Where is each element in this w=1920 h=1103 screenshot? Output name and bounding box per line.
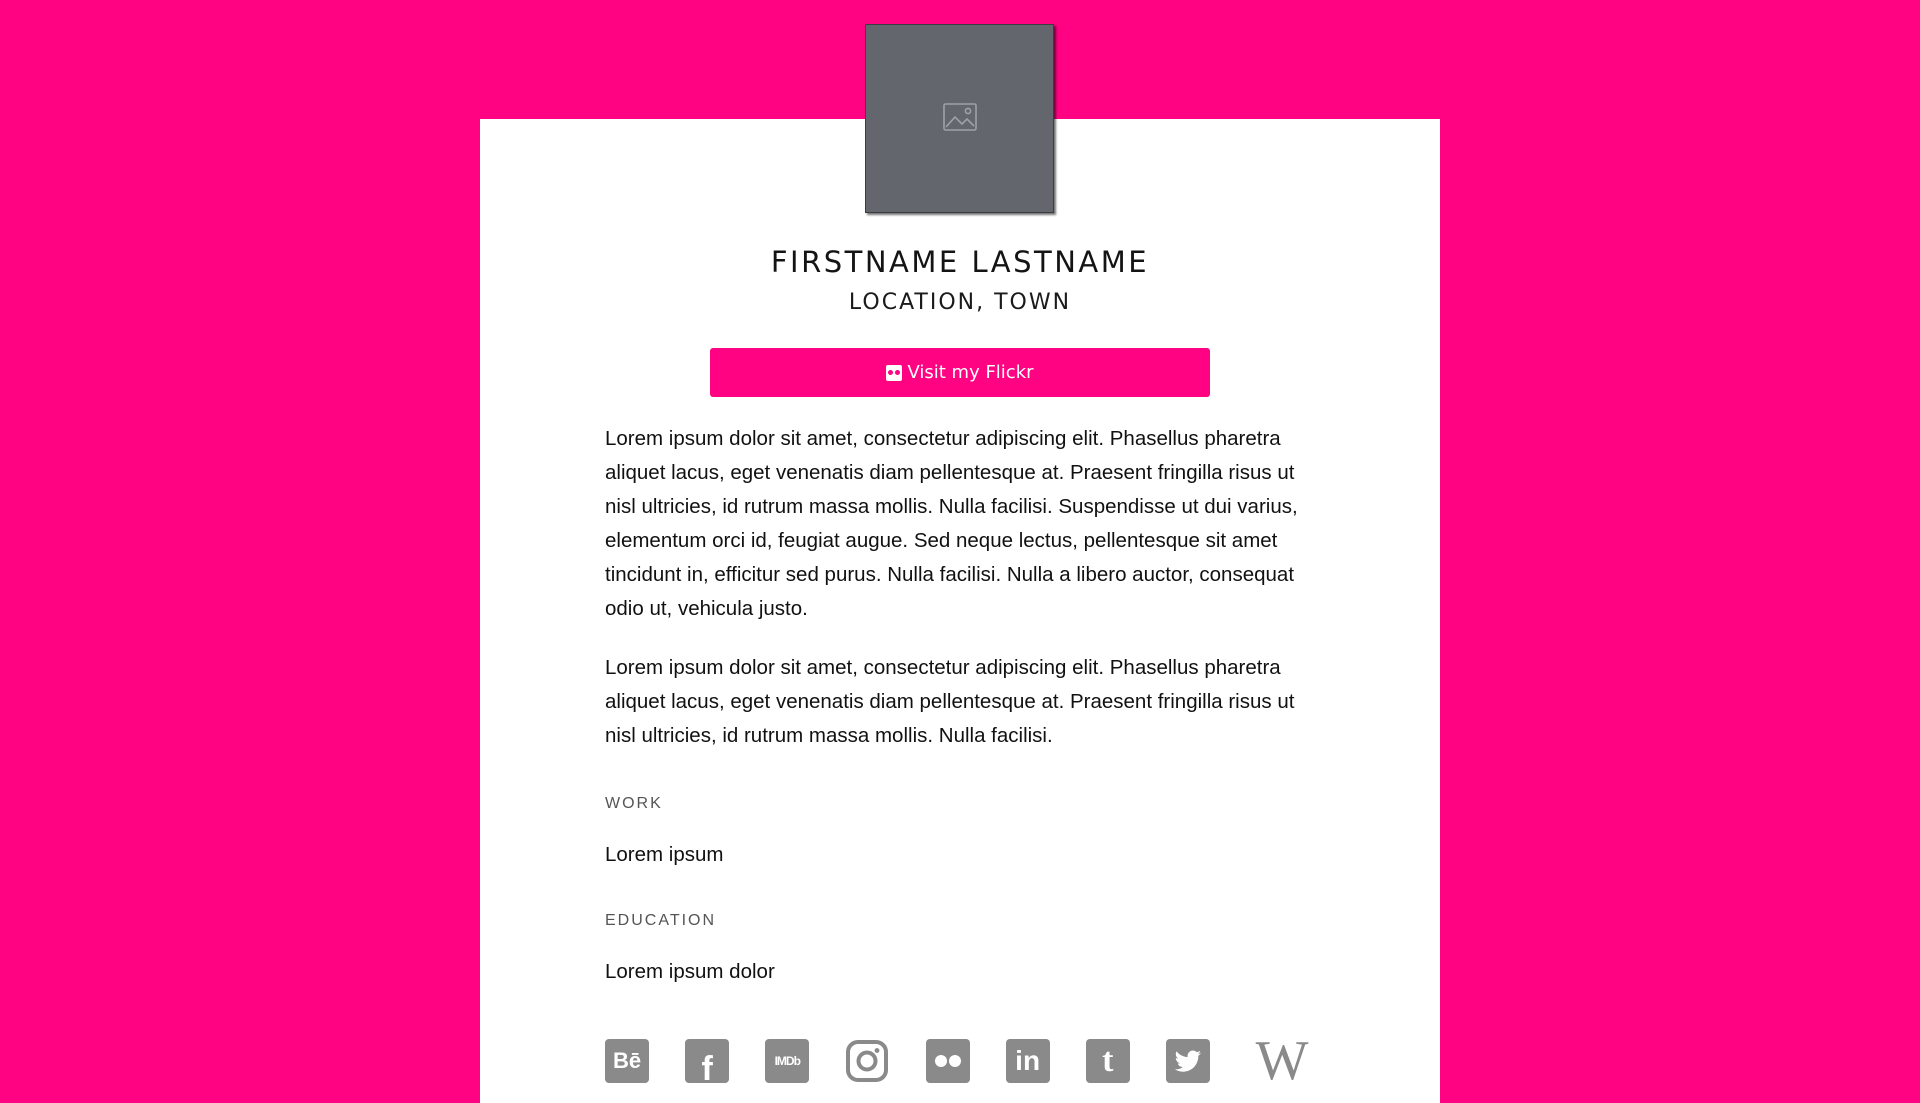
linkedin-icon[interactable]: in [1005,1039,1050,1083]
instagram-icon[interactable] [845,1039,889,1083]
work-label: WORK [605,795,663,812]
visit-flickr-button[interactable]: Visit my Flickr [710,348,1210,397]
profile-name: FIRSTNAME LASTNAME [770,245,1150,279]
profile-location: LOCATION, TOWN [848,290,1072,315]
imdb-icon[interactable]: IMDb [765,1039,810,1083]
bio-paragraph: Lorem ipsum dolor sit amet, consectetur … [605,427,1298,620]
image-placeholder-icon [942,99,978,139]
wikipedia-icon[interactable]: W [1246,1030,1310,1092]
work-value: Lorem ipsum [605,843,724,866]
visit-flickr-label: Visit my Flickr [907,362,1034,383]
social-links: Bē f IMDb in t W [605,1030,1310,1092]
bio-paragraph: Lorem ipsum dolor sit amet, consectetur … [605,656,1295,747]
tumblr-icon[interactable]: t [1085,1039,1130,1083]
facebook-icon[interactable]: f [685,1039,730,1088]
behance-icon[interactable]: Bē [605,1039,649,1083]
avatar [865,24,1054,213]
education-label: EDUCATION [605,912,717,929]
education-value: Lorem ipsum dolor [605,960,775,983]
flickr-icon [886,364,903,381]
bio-content: Lorem ipsum dolor sit amet, consectetur … [605,422,1315,983]
flickr-icon[interactable] [925,1039,970,1083]
twitter-icon[interactable] [1165,1039,1210,1083]
